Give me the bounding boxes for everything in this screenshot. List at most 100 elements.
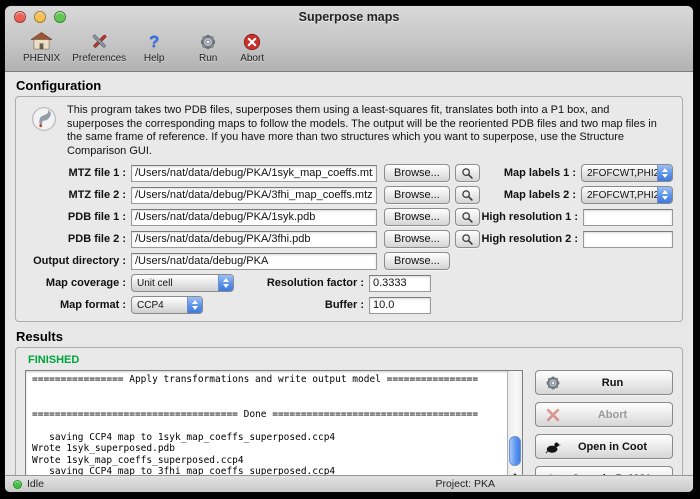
toolbar-run-button[interactable]: Run <box>186 30 230 65</box>
pdb-file-2-view-button[interactable] <box>455 230 480 248</box>
magnifier-icon <box>461 233 474 246</box>
arrow-up-icon <box>511 473 519 475</box>
scrollbar-arrows <box>508 469 522 475</box>
abort-button[interactable]: Abort <box>535 402 673 427</box>
run-gear-icon <box>544 374 561 391</box>
pdb-file-2-browse-button[interactable]: Browse... <box>384 230 450 248</box>
program-description-row: This program takes two PDB files, superp… <box>25 102 673 162</box>
toolbar-help-button[interactable]: ? Help <box>132 30 176 65</box>
high-resolution-1-input[interactable] <box>583 209 673 226</box>
map-labels-1-dropdown[interactable]: 2FOFCWT,PHI2FOF... <box>581 164 673 182</box>
dropdown-arrows-icon <box>187 297 202 313</box>
statusbar: Idle Project: PKA <box>5 475 693 492</box>
toolbar-item-label: Abort <box>240 53 264 64</box>
mtz-file-2-view-button[interactable] <box>455 186 480 204</box>
pdb-file-2-row: PDB file 2 : Browse... High resolution 2… <box>25 228 673 250</box>
dropdown-value: 2FOFCWT,PHI2FOF... <box>582 168 657 179</box>
abort-x-icon <box>544 406 561 423</box>
map-format-label: Map format : <box>25 299 131 311</box>
project-label: Project: PKA <box>435 478 495 490</box>
map-format-dropdown[interactable]: CCP4 <box>131 296 203 314</box>
open-in-coot-button[interactable]: Open in Coot <box>535 434 673 459</box>
buffer-label: Buffer : <box>261 299 369 311</box>
output-directory-input[interactable] <box>131 253 377 270</box>
magnifier-icon <box>461 189 474 202</box>
console-log[interactable]: ================ Apply transformations a… <box>26 371 507 475</box>
pdb-file-1-input[interactable] <box>131 209 377 226</box>
high-resolution-2-label: High resolution 2 : <box>480 233 583 245</box>
toolbar-preferences-button[interactable]: Preferences <box>66 30 132 65</box>
phenix-home-icon <box>31 31 52 52</box>
mtz-file-1-row: MTZ file 1 : Browse... Map labels 1 : 2F… <box>25 162 673 184</box>
button-label: Abort <box>561 409 664 421</box>
pdb-file-2-label: PDB file 2 : <box>25 233 131 245</box>
toolbar: PHENIX Preferences ? Help <box>5 28 693 71</box>
toolbar-item-label: Run <box>199 53 217 64</box>
console-scrollbar[interactable] <box>507 371 522 475</box>
run-button[interactable]: Run <box>535 370 673 395</box>
map-coverage-label: Map coverage : <box>25 277 131 289</box>
map-coverage-row: Map coverage : Unit cell Resolution fact… <box>25 272 673 294</box>
scroll-up-button[interactable] <box>508 469 522 475</box>
magnifier-icon <box>461 211 474 224</box>
map-labels-2-dropdown[interactable]: 2FOFCWT,PHI2FOF... <box>581 186 673 204</box>
coot-bird-icon <box>544 438 561 455</box>
run-gear-icon <box>199 31 217 52</box>
open-in-pymol-button[interactable]: Open in PyMOL <box>535 466 673 475</box>
toolbar-item-label: Preferences <box>72 53 126 64</box>
toolbar-abort-button[interactable]: Abort <box>230 30 274 65</box>
map-coverage-dropdown[interactable]: Unit cell <box>131 274 234 292</box>
scrollbar-thumb[interactable] <box>509 436 521 466</box>
high-resolution-2-input[interactable] <box>583 231 673 248</box>
mtz-file-2-browse-button[interactable]: Browse... <box>384 186 450 204</box>
pdb-file-1-view-button[interactable] <box>455 208 480 226</box>
window-title: Superpose maps <box>5 10 693 24</box>
high-resolution-1-label: High resolution 1 : <box>480 211 583 223</box>
button-label: Open in Coot <box>561 441 664 453</box>
pdb-file-1-label: PDB file 1 : <box>25 211 131 223</box>
pdb-file-1-row: PDB file 1 : Browse... High resolution 1… <box>25 206 673 228</box>
program-description: This program takes two PDB files, superp… <box>67 104 667 158</box>
mtz-file-2-input[interactable] <box>131 187 377 204</box>
results-actions: Run Abort <box>535 370 673 475</box>
mtz-file-1-label: MTZ file 1 : <box>25 167 131 179</box>
resolution-factor-label: Resolution factor : <box>261 277 369 289</box>
mtz-file-2-label: MTZ file 2 : <box>25 189 131 201</box>
titlebar[interactable]: Superpose maps <box>5 6 693 28</box>
mtz-file-1-input[interactable] <box>131 165 377 182</box>
abort-x-icon <box>243 31 261 52</box>
status-indicator-icon <box>13 480 22 489</box>
superpose-maps-window: Superpose maps PHENIX <box>5 6 693 492</box>
results-groupbox: FINISHED ================ Apply transfor… <box>15 347 683 475</box>
mtz-file-1-view-button[interactable] <box>455 164 480 182</box>
configuration-groupbox: This program takes two PDB files, superp… <box>15 96 683 322</box>
dropdown-arrows-icon <box>657 187 672 203</box>
status-text: Idle <box>27 478 44 490</box>
phenix-program-icon <box>31 106 57 137</box>
button-label: Run <box>561 377 664 389</box>
run-status-text: FINISHED <box>28 354 673 366</box>
pdb-file-1-browse-button[interactable]: Browse... <box>384 208 450 226</box>
window-chrome: Superpose maps PHENIX <box>5 6 693 72</box>
output-directory-label: Output directory : <box>25 255 131 267</box>
dropdown-arrows-icon <box>218 275 233 291</box>
map-format-row: Map format : CCP4 Buffer : <box>25 294 673 316</box>
buffer-input[interactable] <box>369 297 431 314</box>
configuration-section-title: Configuration <box>16 78 683 93</box>
toolbar-phenix-button[interactable]: PHENIX <box>17 30 66 65</box>
toolbar-item-label: Help <box>144 53 165 64</box>
magnifier-icon <box>461 167 474 180</box>
results-section-title: Results <box>16 329 683 344</box>
output-directory-browse-button[interactable]: Browse... <box>384 252 450 270</box>
console-output-panel[interactable]: ================ Apply transformations a… <box>25 370 523 475</box>
main-content: Configuration This program takes two PDB… <box>5 72 693 475</box>
dropdown-value: Unit cell <box>132 278 218 289</box>
mtz-file-1-browse-button[interactable]: Browse... <box>384 164 450 182</box>
output-directory-row: Output directory : Browse... <box>25 250 673 272</box>
dropdown-arrows-icon <box>657 165 672 181</box>
help-question-icon: ? <box>149 31 159 52</box>
pdb-file-2-input[interactable] <box>131 231 377 248</box>
resolution-factor-input[interactable] <box>369 275 431 292</box>
mtz-file-2-row: MTZ file 2 : Browse... Map labels 2 : 2F… <box>25 184 673 206</box>
dropdown-value: CCP4 <box>132 300 187 311</box>
